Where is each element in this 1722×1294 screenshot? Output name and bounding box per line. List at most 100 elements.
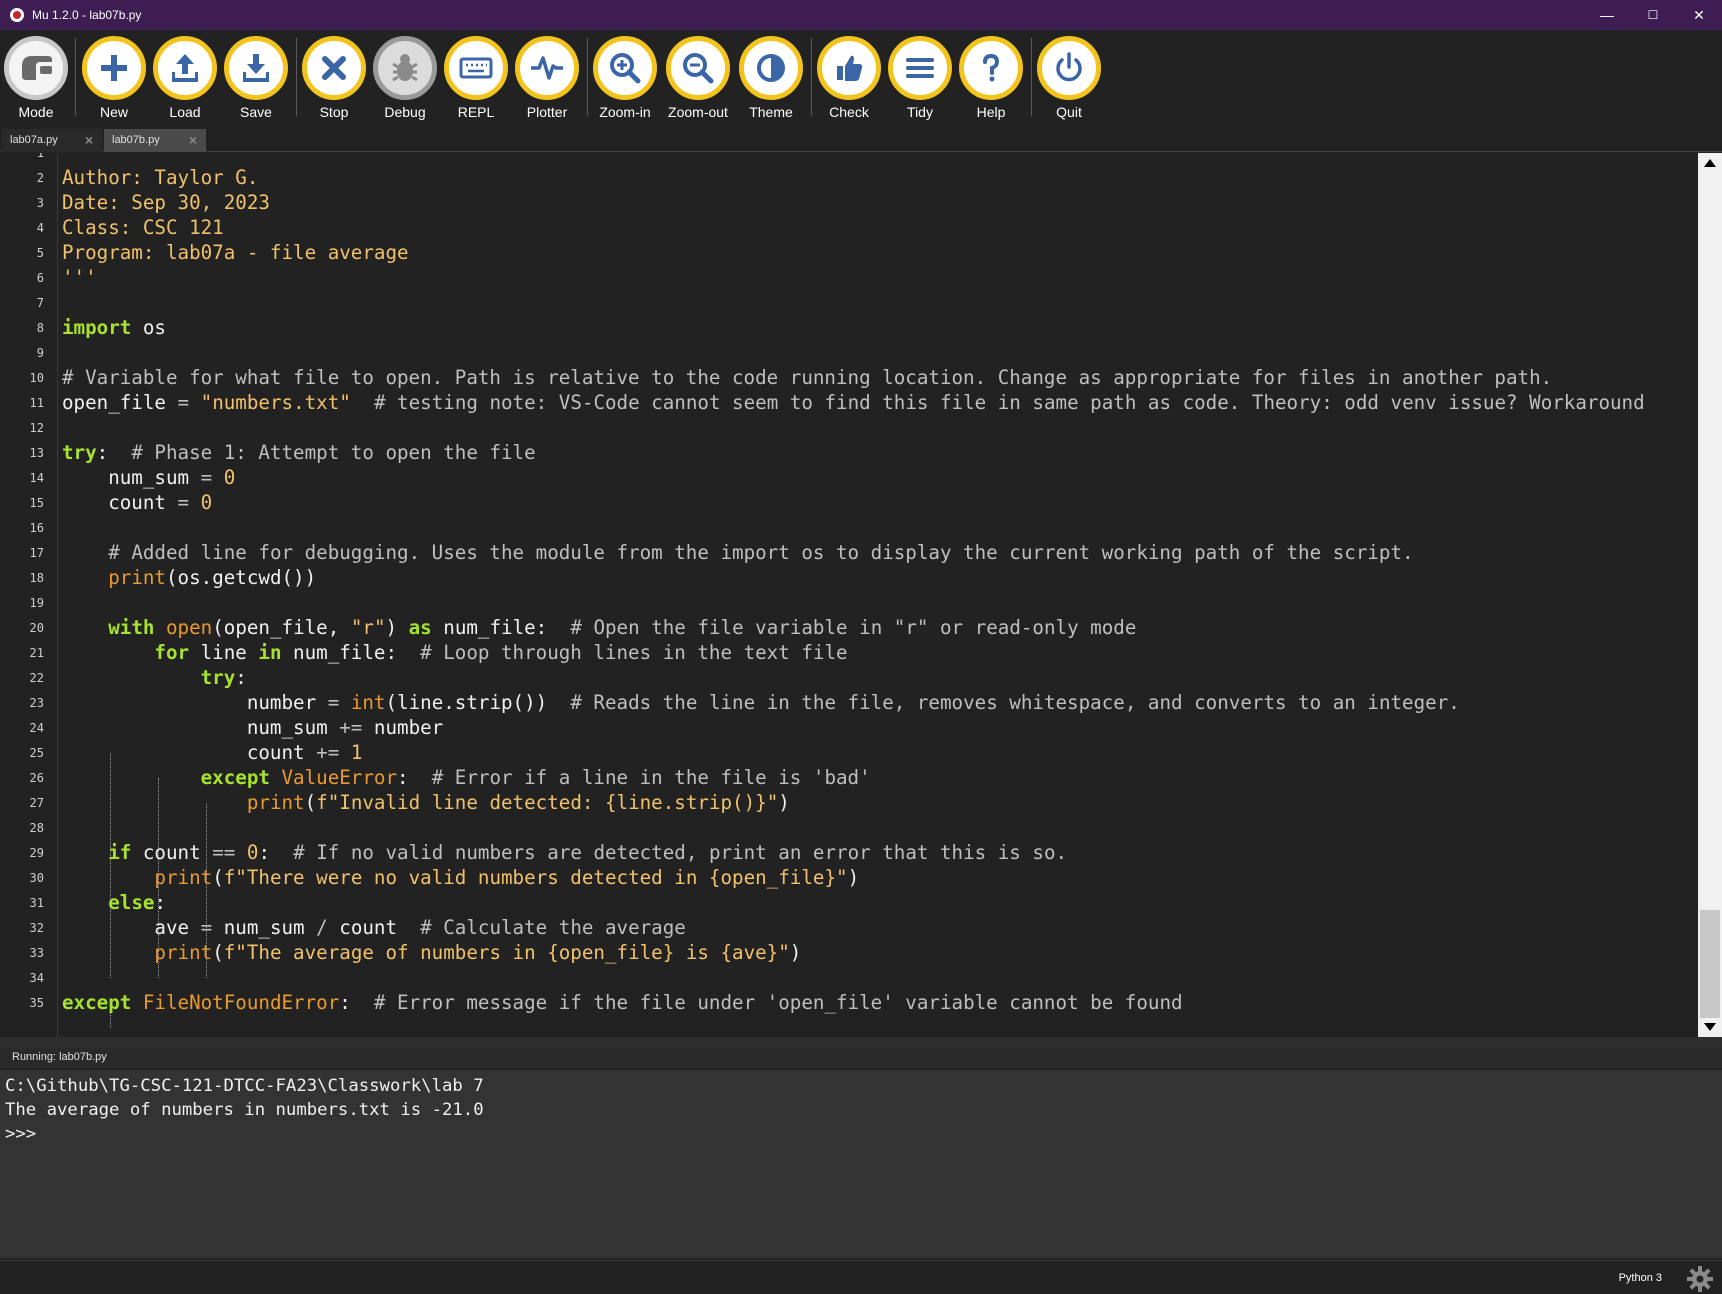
- save-button[interactable]: Save: [221, 36, 291, 120]
- toolbar-divider: [75, 38, 76, 116]
- code-area[interactable]: '''Author: Taylor G.Date: Sep 30, 2023Cl…: [62, 153, 1698, 1037]
- quit-label: Quit: [1056, 104, 1082, 120]
- zoom-out-label: Zoom-out: [668, 104, 728, 120]
- toolbar-divider: [1031, 38, 1032, 116]
- close-window-button[interactable]: ✕: [1676, 0, 1722, 30]
- code-editor[interactable]: 1 2 3 4 5 6 7 8 9 10 11 12 13 14 15 16 17 18 19 20 21 22 23 24 2…: [0, 153, 1722, 1037]
- code-line[interactable]: # Variable for what file to open. Path i…: [62, 365, 1552, 390]
- minimize-button[interactable]: —: [1584, 0, 1630, 30]
- quit-button[interactable]: Quit: [1034, 36, 1104, 120]
- tidy-button[interactable]: Tidy: [885, 36, 955, 120]
- plotter-wave-icon: [515, 36, 579, 100]
- mode-icon: [4, 36, 68, 100]
- code-line[interactable]: with open(open_file, "r") as num_file: #…: [62, 615, 1136, 640]
- line-number: 9: [36, 346, 44, 360]
- new-label: New: [99, 104, 128, 120]
- code-line[interactable]: print(os.getcwd()): [62, 565, 316, 590]
- line-number: 27: [29, 796, 44, 810]
- toolbar: Mode New Load Save Stop Debug REPL Plott…: [0, 30, 1722, 123]
- code-line[interactable]: print(f"Invalid line detected: {line.str…: [62, 790, 790, 815]
- close-tab-icon[interactable]: ×: [82, 133, 96, 147]
- code-line[interactable]: try:: [62, 665, 247, 690]
- tab-label: lab07b.py: [112, 134, 160, 146]
- python-mode-label[interactable]: Python 3: [1619, 1272, 1662, 1284]
- tab-lab07b[interactable]: lab07b.py ×: [104, 129, 206, 152]
- stop-label: Stop: [319, 104, 349, 120]
- repl-output-pane[interactable]: C:\Github\TG-CSC-121-DTCC-FA23\Classwork…: [0, 1070, 1722, 1258]
- line-number: 4: [36, 221, 44, 235]
- debug-button[interactable]: Debug: [370, 36, 440, 120]
- code-line[interactable]: count = 0: [62, 490, 212, 515]
- code-line[interactable]: ave = num_sum / count # Calculate the av…: [62, 915, 685, 940]
- line-number: 13: [29, 446, 44, 460]
- line-number: 2: [36, 171, 44, 185]
- code-line[interactable]: for line in num_file: # Loop through lin…: [62, 640, 847, 665]
- help-label: Help: [976, 104, 1006, 120]
- toolbar-divider: [296, 38, 297, 116]
- scroll-down-arrow-icon[interactable]: [1704, 1023, 1716, 1031]
- download-icon: [224, 36, 288, 100]
- code-line[interactable]: open_file = "numbers.txt" # testing note…: [62, 390, 1645, 415]
- line-number: 3: [36, 196, 44, 210]
- code-line[interactable]: if count == 0: # If no valid numbers are…: [62, 840, 1067, 865]
- code-line[interactable]: except FileNotFoundError: # Error messag…: [62, 990, 1183, 1015]
- help-button[interactable]: Help: [956, 36, 1026, 120]
- code-line[interactable]: num_sum = 0: [62, 465, 235, 490]
- code-line[interactable]: print(f"There were no valid numbers dete…: [62, 865, 859, 890]
- load-button[interactable]: Load: [150, 36, 220, 120]
- code-line[interactable]: Date: Sep 30, 2023: [62, 190, 270, 215]
- code-line[interactable]: Author: Taylor G.: [62, 165, 258, 190]
- code-line[interactable]: except ValueError: # Error if a line in …: [62, 765, 871, 790]
- code-line[interactable]: print(f"The average of numbers in {open_…: [62, 940, 801, 965]
- repl-output-line: The average of numbers in numbers.txt is…: [5, 1100, 484, 1120]
- code-line[interactable]: import os: [62, 315, 166, 340]
- code-line[interactable]: Class: CSC 121: [62, 215, 224, 240]
- code-line[interactable]: else:: [62, 890, 166, 915]
- mode-label: Mode: [18, 104, 54, 120]
- mode-button[interactable]: Mode: [1, 36, 71, 120]
- check-label: Check: [829, 104, 869, 120]
- code-line[interactable]: Program: lab07a - file average: [62, 240, 409, 265]
- plotter-button[interactable]: Plotter: [512, 36, 582, 120]
- line-number: 14: [29, 471, 44, 485]
- line-number: 12: [29, 421, 44, 435]
- zoom-in-button[interactable]: Zoom-in: [590, 36, 660, 120]
- line-number: 33: [29, 946, 44, 960]
- line-number: 31: [29, 896, 44, 910]
- line-number: 26: [29, 771, 44, 785]
- line-number: 8: [36, 321, 44, 335]
- repl-button[interactable]: REPL: [441, 36, 511, 120]
- gear-icon[interactable]: [1686, 1265, 1714, 1293]
- editor-vertical-scrollbar[interactable]: [1698, 153, 1722, 1037]
- status-bar: Python 3: [0, 1260, 1722, 1294]
- zoom-in-icon: [593, 36, 657, 100]
- code-line[interactable]: # Added line for debugging. Uses the mod…: [62, 540, 1413, 565]
- code-line[interactable]: count += 1: [62, 740, 363, 765]
- line-number: 7: [36, 296, 44, 310]
- code-line[interactable]: number = int(line.strip()) # Reads the l…: [62, 690, 1460, 715]
- code-line[interactable]: ''': [62, 265, 97, 290]
- line-number: 23: [29, 696, 44, 710]
- line-number: 16: [29, 521, 44, 535]
- zoom-out-icon: [666, 36, 730, 100]
- zoom-in-label: Zoom-in: [599, 104, 651, 120]
- close-tab-icon[interactable]: ×: [186, 133, 200, 147]
- scroll-up-arrow-icon[interactable]: [1704, 159, 1716, 167]
- zoom-out-button[interactable]: Zoom-out: [663, 36, 733, 120]
- plotter-label: Plotter: [526, 104, 568, 120]
- code-line[interactable]: try: # Phase 1: Attempt to open the file: [62, 440, 536, 465]
- code-line[interactable]: num_sum += number: [62, 715, 443, 740]
- scrollbar-thumb[interactable]: [1700, 910, 1720, 1018]
- new-button[interactable]: New: [79, 36, 149, 120]
- stop-button[interactable]: Stop: [299, 36, 369, 120]
- pane-splitter[interactable]: [0, 1037, 1722, 1047]
- tab-label: lab07a.py: [10, 134, 58, 146]
- line-number: 11: [29, 396, 44, 410]
- check-button[interactable]: Check: [814, 36, 884, 120]
- maximize-button[interactable]: ☐: [1630, 0, 1676, 30]
- code-line[interactable]: ''': [62, 153, 97, 165]
- theme-button[interactable]: Theme: [736, 36, 806, 120]
- tab-lab07a[interactable]: lab07a.py ×: [2, 129, 102, 152]
- line-number: 21: [29, 646, 44, 660]
- line-number: 6: [36, 271, 44, 285]
